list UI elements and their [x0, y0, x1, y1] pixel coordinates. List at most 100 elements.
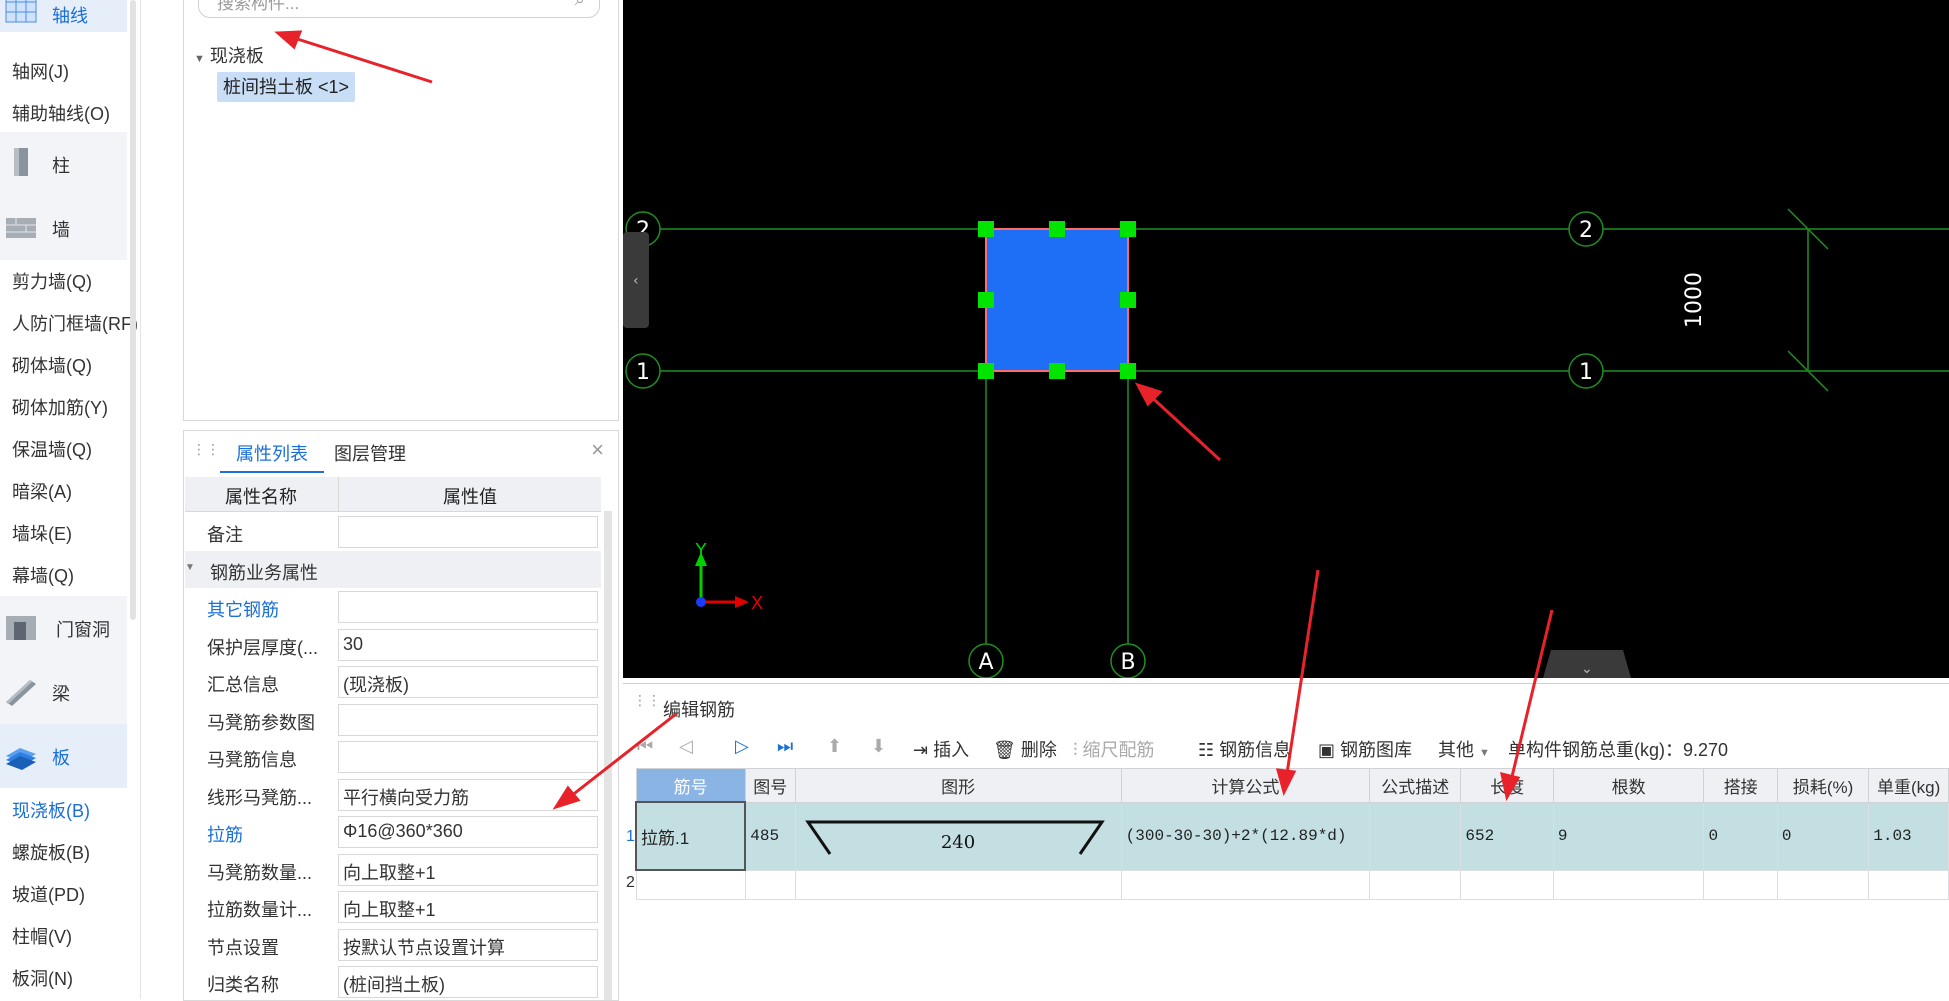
- property-scrollbar[interactable]: [604, 511, 612, 1000]
- cell-loss[interactable]: [1776, 869, 1870, 900]
- cell-unit-weight[interactable]: 1.03: [1868, 801, 1949, 871]
- prev-record-icon[interactable]: ◁: [679, 736, 693, 757]
- grip-handle[interactable]: [978, 363, 994, 379]
- property-row[interactable]: 马凳筋参数图: [185, 701, 601, 738]
- delete-button[interactable]: 🗑 删除: [993, 736, 1057, 762]
- cell-formula[interactable]: [1120, 869, 1371, 900]
- cad-drawing[interactable]: 2 1 2 1 A B 1000 Y X ‹ ⌄: [623, 0, 1949, 678]
- property-value-field[interactable]: (现浇板): [338, 666, 598, 698]
- col-header[interactable]: 图形: [794, 768, 1122, 803]
- cell-length[interactable]: 652: [1460, 801, 1554, 871]
- move-up-icon[interactable]: ⬆: [827, 736, 842, 757]
- property-value-field[interactable]: Φ16@360*360: [338, 816, 598, 848]
- grip-handle[interactable]: [1049, 221, 1065, 237]
- property-value-field[interactable]: 30: [338, 628, 598, 661]
- property-row[interactable]: 汇总信息 (现浇板): [185, 663, 601, 700]
- first-record-icon[interactable]: ⏮: [637, 736, 653, 757]
- cell-name[interactable]: [635, 869, 746, 900]
- cell-count[interactable]: [1552, 869, 1705, 900]
- property-value-field[interactable]: 向上取整+1: [338, 853, 598, 886]
- nav-item-axis-grid[interactable]: 轴网(J): [12, 58, 69, 84]
- property-value-field[interactable]: 平行横向受力筋: [338, 778, 598, 811]
- tree-item-selected[interactable]: 桩间挡土板 <1>: [217, 72, 356, 102]
- drag-handle-icon[interactable]: ⋮⋮: [633, 692, 661, 709]
- property-value-field[interactable]: [338, 741, 598, 773]
- property-row[interactable]: 保护层厚度(... 30: [185, 626, 601, 663]
- property-value-field[interactable]: 向上取整+1: [338, 891, 598, 923]
- chevron-down-icon[interactable]: ⌄: [1581, 661, 1593, 677]
- nav-category-wall[interactable]: 墙: [0, 196, 127, 260]
- cell-loss[interactable]: 0: [1776, 801, 1870, 871]
- nav-item-masonry-wall[interactable]: 砌体墙(Q): [12, 352, 92, 378]
- next-record-icon[interactable]: ▷: [735, 736, 749, 757]
- col-header[interactable]: 根数: [1552, 768, 1705, 803]
- tab-properties[interactable]: 属性列表: [220, 431, 324, 473]
- cell-unit-weight[interactable]: [1868, 869, 1949, 900]
- cell-lap[interactable]: 0: [1703, 801, 1778, 871]
- nav-item-slab-hole[interactable]: 板洞(N): [12, 965, 73, 991]
- cell-fig[interactable]: 485: [744, 801, 796, 871]
- close-icon[interactable]: ×: [591, 437, 604, 463]
- cell-length[interactable]: [1460, 869, 1554, 900]
- property-row[interactable]: 其它钢筋: [185, 588, 601, 625]
- grip-handle[interactable]: [978, 221, 994, 237]
- property-row[interactable]: 归类名称 (桩间挡土板): [185, 963, 601, 1000]
- nav-category-door-window[interactable]: 门窗洞: [0, 596, 127, 660]
- property-row[interactable]: 节点设置 按默认节点设置计算: [185, 926, 601, 963]
- property-value-field[interactable]: [338, 516, 598, 548]
- rebar-library-button[interactable]: ▣ 钢筋图库: [1318, 736, 1412, 762]
- property-row[interactable]: 备注: [185, 513, 601, 550]
- chevron-down-icon[interactable]: ▼: [194, 53, 205, 65]
- nav-item-aux-axis[interactable]: 辅助轴线(O): [12, 100, 110, 126]
- cell-shape[interactable]: 240: [794, 801, 1122, 871]
- other-dropdown[interactable]: 其他 ▼: [1438, 736, 1490, 762]
- property-row[interactable]: 拉筋 Φ16@360*360: [185, 813, 601, 850]
- table-row[interactable]: 拉筋.1 485 240 (300-30-30)+2*(12.89*d) 652…: [634, 801, 1949, 871]
- nav-category-column[interactable]: 柱: [0, 132, 127, 196]
- nav-item-wall-pier[interactable]: 墙垛(E): [12, 520, 72, 546]
- nav-item-shear-wall[interactable]: 剪力墙(Q): [12, 268, 92, 294]
- table-row[interactable]: [635, 869, 1949, 900]
- cell-desc[interactable]: [1369, 801, 1462, 871]
- property-row[interactable]: 马凳筋信息: [185, 738, 601, 775]
- tree-group[interactable]: ▼ 现浇板: [194, 42, 264, 68]
- property-row[interactable]: 线形马凳筋... 平行横向受力筋: [185, 776, 601, 813]
- property-value-field[interactable]: [338, 703, 598, 736]
- grip-handle[interactable]: [978, 292, 994, 308]
- nav-item-column-cap[interactable]: 柱帽(V): [12, 923, 72, 949]
- col-header[interactable]: 搭接: [1703, 768, 1778, 803]
- grip-handle[interactable]: [1120, 292, 1136, 308]
- cell-count[interactable]: 9: [1552, 801, 1705, 871]
- drag-handle-icon[interactable]: ⋮⋮: [192, 441, 220, 458]
- nav-scrollbar[interactable]: [130, 0, 136, 620]
- property-value-field[interactable]: (桩间挡土板): [338, 966, 598, 998]
- nav-item-spiral-slab[interactable]: 螺旋板(B): [12, 839, 90, 865]
- col-header[interactable]: 单重(kg): [1868, 768, 1949, 803]
- property-group[interactable]: ▼ 钢筋业务属性: [185, 550, 601, 588]
- grip-handle[interactable]: [1049, 363, 1065, 379]
- col-header[interactable]: 计算公式: [1120, 768, 1371, 803]
- grip-handle[interactable]: [1120, 363, 1136, 379]
- slab-selected[interactable]: [985, 228, 1129, 372]
- nav-item-ramp[interactable]: 坡道(PD): [12, 881, 85, 907]
- col-header[interactable]: 图号: [744, 768, 796, 803]
- col-header[interactable]: 筋号: [635, 768, 746, 803]
- nav-item-curtain-wall[interactable]: 幕墙(Q): [12, 562, 74, 588]
- tab-layers[interactable]: 图层管理: [334, 440, 406, 466]
- search-icon[interactable]: ⌕: [575, 0, 585, 10]
- nav-category-slab[interactable]: 板: [0, 724, 127, 788]
- property-value-field[interactable]: [338, 591, 598, 623]
- insert-button[interactable]: ⇥ 插入: [913, 736, 969, 762]
- nav-item-insulation-wall[interactable]: 保温墙(Q): [12, 436, 92, 462]
- move-down-icon[interactable]: ⬇: [871, 736, 886, 757]
- cell-fig[interactable]: [744, 869, 796, 900]
- property-row[interactable]: 拉筋数量计... 向上取整+1: [185, 888, 601, 925]
- grip-handle[interactable]: [1120, 221, 1136, 237]
- nav-item-civil-defense-wall[interactable]: 人防门框墙(RF): [12, 310, 138, 336]
- cad-canvas[interactable]: 2 1 2 1 A B 1000 Y X ‹ ⌄: [623, 0, 1949, 678]
- nav-category-axis[interactable]: 轴线: [0, 0, 127, 32]
- nav-category-beam[interactable]: 梁: [0, 660, 127, 724]
- cell-name[interactable]: 拉筋.1: [634, 801, 747, 871]
- search-input[interactable]: 搜索构件... ⌕: [198, 0, 600, 18]
- nav-item-cast-slab[interactable]: 现浇板(B): [12, 797, 90, 823]
